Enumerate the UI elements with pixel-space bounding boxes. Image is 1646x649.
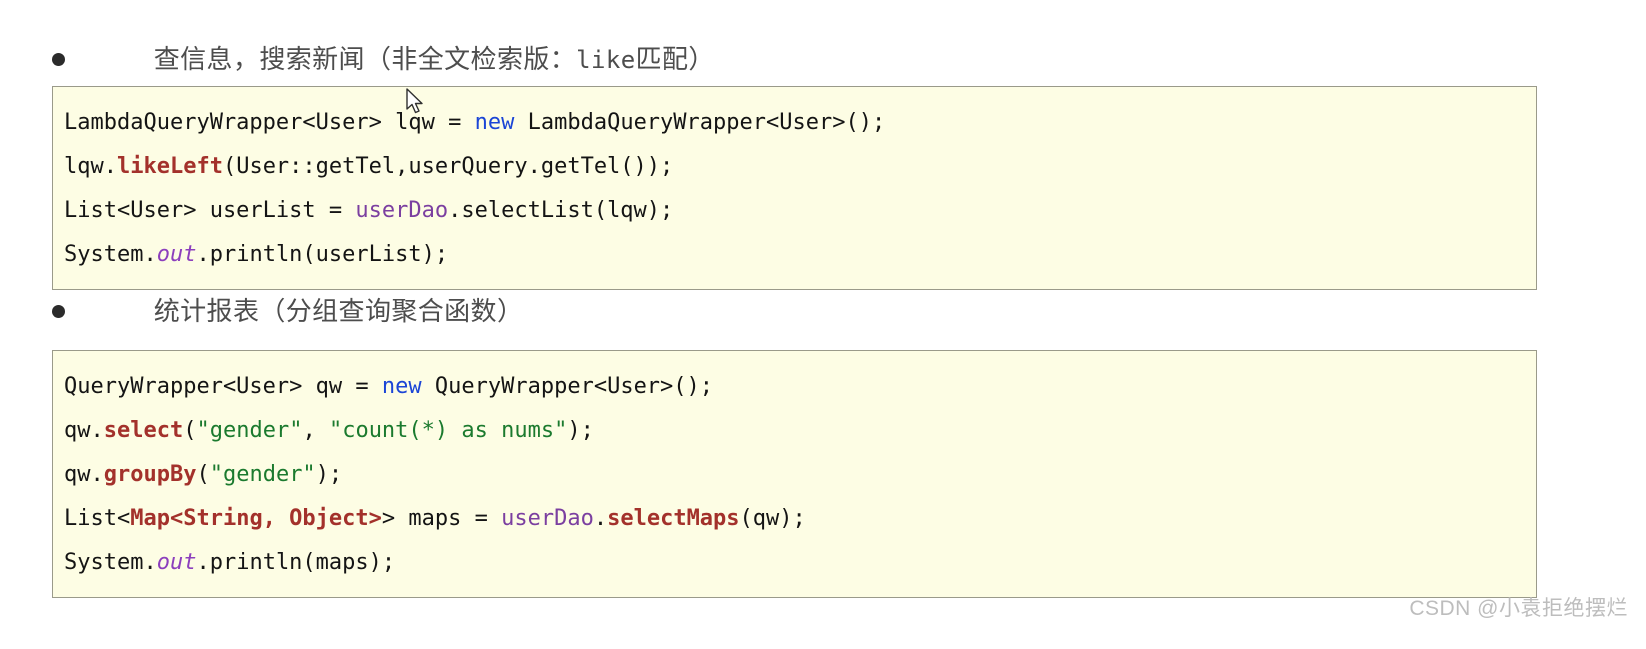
code-token: QueryWrapper<User> qw =: [64, 374, 382, 399]
code-token: selectMaps: [607, 506, 740, 531]
code-token: .selectList(lqw);: [448, 198, 674, 223]
code-token: LambdaQueryWrapper<User>();: [514, 110, 886, 135]
code-token: out: [156, 550, 197, 575]
code-token: > maps =: [381, 506, 502, 531]
code-line: qw.groupBy("gender");: [53, 453, 1536, 497]
code-token: (: [183, 418, 197, 443]
code-token: .println(maps);: [196, 550, 396, 575]
bullet-heading-1: 查信息，搜索新闻（非全文检索版：like匹配）: [52, 38, 715, 80]
code-token: List<: [64, 506, 131, 531]
code-line: List<User> userList = userDao.selectList…: [53, 189, 1536, 233]
code-token: Map<String, Object>: [130, 506, 382, 531]
code-token: "gender": [209, 462, 316, 487]
code-line: List<Map<String, Object>> maps = userDao…: [53, 497, 1536, 541]
code-token: );: [567, 418, 594, 443]
code-token: "gender": [196, 418, 303, 443]
code-token: userDao: [501, 506, 594, 531]
code-token: );: [315, 462, 343, 487]
code-line: LambdaQueryWrapper<User> lqw = new Lambd…: [53, 101, 1536, 145]
code-token: likeLeft: [116, 154, 223, 179]
bullet-heading-2-text-before: 统计报表（分组查询聚合函数）: [153, 295, 524, 326]
code-token: new: [381, 374, 422, 399]
code-line: qw.select("gender", "count(*) as nums");: [53, 409, 1536, 453]
code-token: qw.: [64, 418, 104, 443]
code-token: qw.: [64, 462, 104, 487]
code-token: "count(*) as nums": [328, 418, 568, 443]
bullet-marker-icon: [52, 52, 65, 66]
csdn-watermark: CSDN @小袁拒绝摆烂: [1409, 597, 1628, 620]
code-token: (User::getTel,userQuery.getTel());: [222, 154, 674, 179]
code-line: lqw.likeLeft(User::getTel,userQuery.getT…: [53, 145, 1536, 189]
code-token: System.: [64, 550, 157, 575]
code-token: .: [593, 506, 608, 531]
code-block-2: QueryWrapper<User> qw = new QueryWrapper…: [52, 350, 1537, 598]
code-token: (qw);: [739, 506, 806, 531]
bullet-marker-icon: [52, 304, 65, 318]
code-token: select: [103, 418, 184, 443]
code-token: LambdaQueryWrapper<User> lqw =: [64, 110, 475, 135]
code-token: new: [474, 110, 515, 135]
bullet-heading-1-text-before: 查信息，搜索新闻（非全文检索版：: [153, 43, 577, 74]
bullet-heading-1-text-after: 匹配）: [635, 43, 715, 74]
bullet-heading-1-text-mono: like: [576, 45, 636, 74]
bullet-heading-2-text: 统计报表（分组查询聚合函数）: [108, 260, 523, 363]
code-line: QueryWrapper<User> qw = new QueryWrapper…: [53, 365, 1536, 409]
code-token: groupBy: [103, 462, 197, 487]
code-token: ,: [302, 418, 329, 443]
code-token: (: [196, 462, 210, 487]
code-token: userDao: [355, 198, 449, 223]
bullet-heading-2: 统计报表（分组查询聚合函数）: [52, 290, 523, 332]
code-line: System.out.println(maps);: [53, 541, 1536, 585]
code-token: lqw.: [64, 154, 117, 179]
code-token: List<User> userList =: [64, 198, 356, 223]
document-page: 查信息，搜索新闻（非全文检索版：like匹配） LambdaQueryWrapp…: [0, 0, 1646, 649]
code-token: QueryWrapper<User>();: [421, 374, 714, 399]
